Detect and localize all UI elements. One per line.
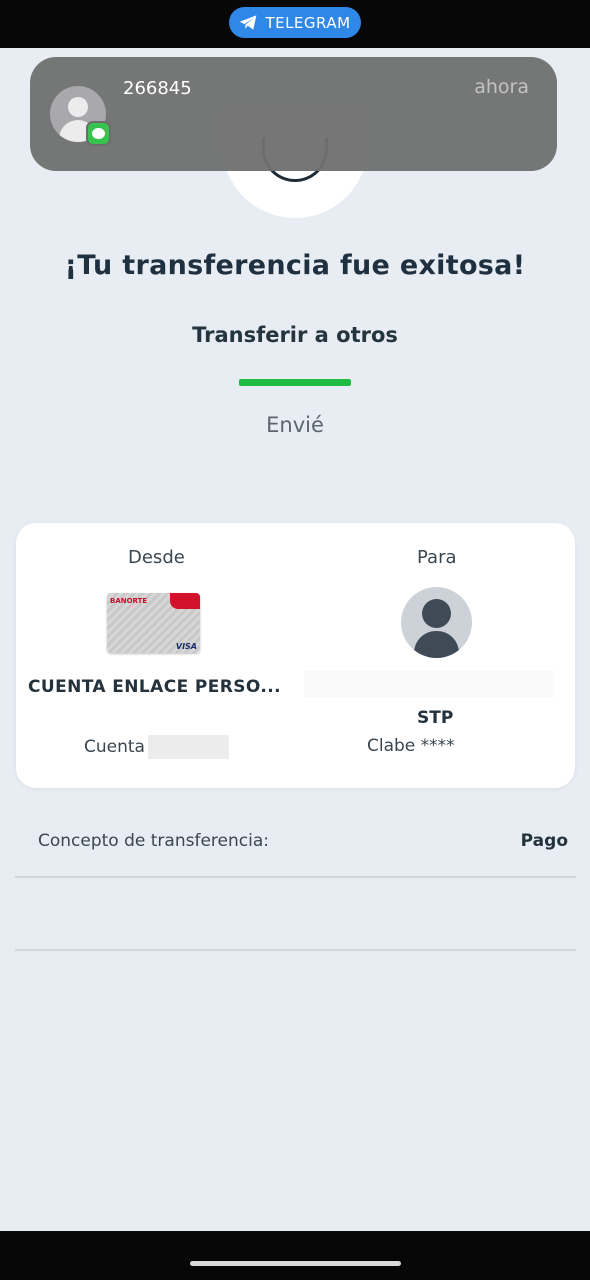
sent-subtitle: Envié [266, 413, 324, 437]
to-label: Para [417, 547, 457, 568]
redacted-recipient-name [304, 671, 554, 697]
concept-label: Concepto de transferencia: [38, 831, 269, 851]
from-account-label: Cuenta [84, 737, 145, 757]
bank-logo: BANORTE [110, 597, 148, 605]
telegram-pill[interactable]: TELEGRAM [229, 7, 361, 38]
status-bar: TELEGRAM [0, 0, 590, 48]
page-title: ¡Tu transferencia fue exitosa! [64, 250, 526, 281]
divider [15, 949, 576, 951]
concept-value: Pago [520, 831, 568, 851]
tab-transfer-others[interactable]: Transferir a otros [0, 323, 590, 347]
home-indicator[interactable] [190, 1261, 401, 1266]
recipient-clabe: Clabe **** [367, 736, 455, 756]
transfer-details-card: Desde Para BANORTE VISA CUENTA ENLACE PE… [16, 523, 575, 788]
navigation-bar [0, 1231, 590, 1280]
bank-card-image: BANORTE VISA [107, 593, 200, 653]
notification-banner[interactable]: 266845 ahora [30, 57, 557, 171]
telegram-icon [240, 15, 257, 30]
visa-logo: VISA [175, 642, 197, 651]
notification-title: 266845 [123, 78, 192, 99]
recipient-bank: STP [417, 708, 454, 728]
from-label: Desde [128, 547, 185, 568]
from-account-name: CUENTA ENLACE PERSO... [28, 677, 281, 697]
telegram-label: TELEGRAM [265, 13, 351, 32]
messages-app-icon [86, 121, 111, 146]
divider [15, 876, 576, 878]
tab-active-indicator [239, 379, 351, 386]
redacted-account-number [148, 735, 229, 759]
recipient-avatar-icon [401, 587, 472, 658]
notification-time: ahora [474, 76, 529, 98]
